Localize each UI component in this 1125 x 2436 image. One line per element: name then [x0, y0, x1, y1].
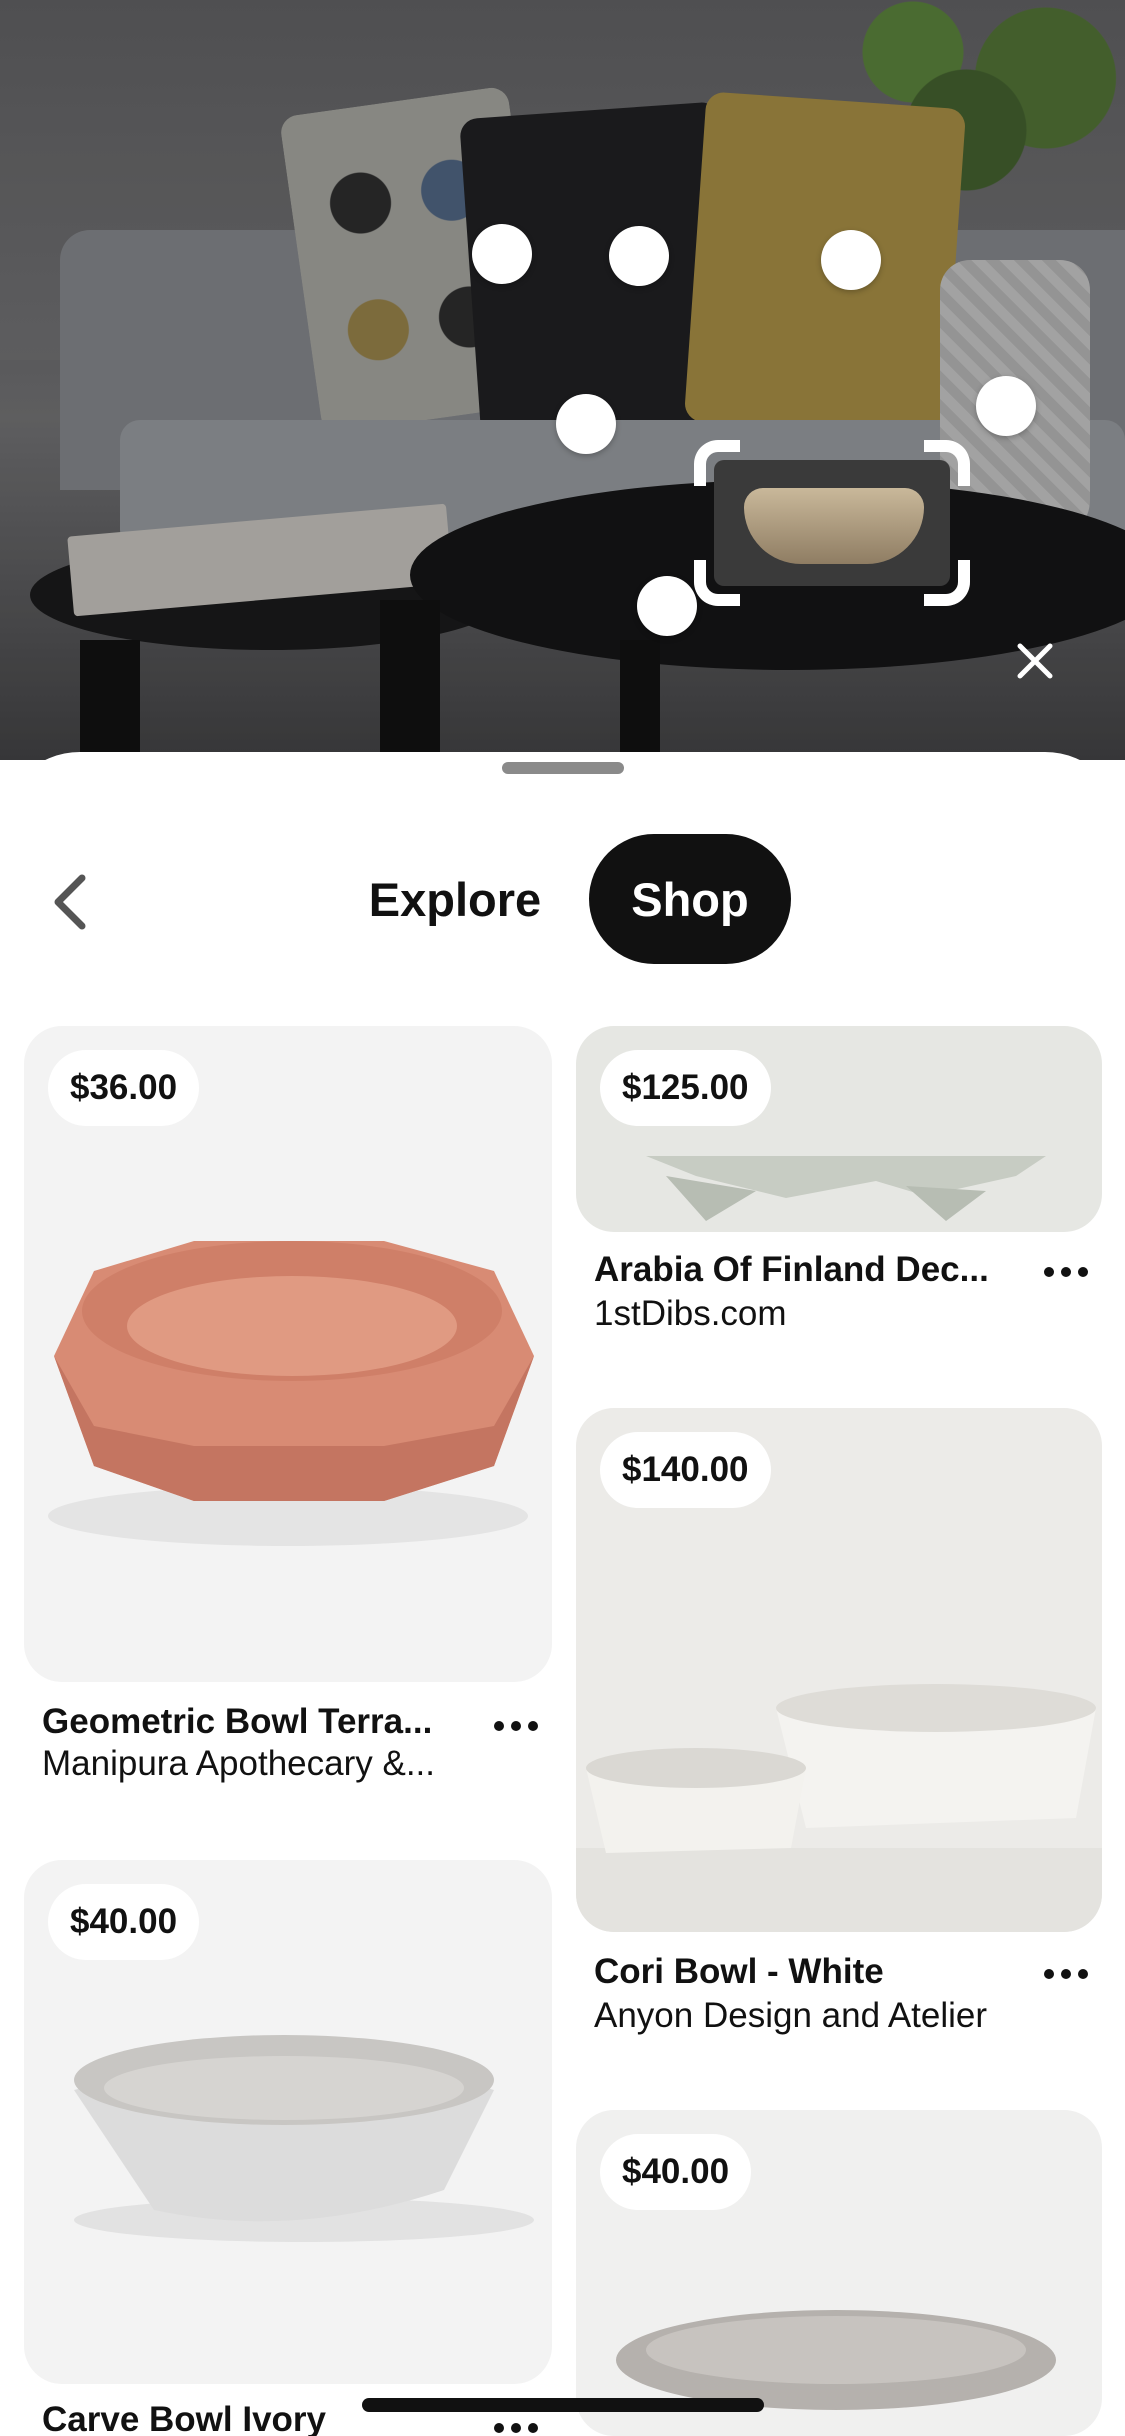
crop-handle[interactable] — [924, 560, 970, 606]
detected-object-dot[interactable] — [976, 376, 1036, 436]
camera-photo[interactable] — [0, 0, 1125, 760]
visual-search-screen: Explore Shop $36.00 Geometric Bowl Terra… — [0, 0, 1125, 2436]
product-source[interactable]: Manipura Apothecary &... — [42, 1744, 492, 1784]
detected-object-dot[interactable] — [637, 576, 697, 636]
more-options-button[interactable] — [486, 1706, 546, 1746]
tab-explore[interactable]: Explore — [340, 834, 570, 964]
product-title[interactable]: Geometric Bowl Terra... — [42, 1702, 472, 1742]
product-card[interactable]: $125.00 Arabia Of Finland Dec... 1stDibs… — [576, 1026, 1102, 1336]
product-source[interactable]: Anyon Design and Atelier — [594, 1996, 1054, 2036]
price-badge: $36.00 — [48, 1050, 200, 1126]
photo-shade — [0, 0, 1125, 760]
chevron-left-icon — [54, 874, 86, 930]
product-title[interactable]: Cori Bowl - White — [594, 1952, 1014, 1992]
price-badge: $125.00 — [600, 1050, 771, 1126]
detected-object-dot[interactable] — [821, 230, 881, 290]
product-source[interactable]: 1stDibs.com — [594, 1294, 1034, 1334]
more-options-button[interactable] — [1036, 1252, 1096, 1292]
selected-object-crop-frame[interactable] — [694, 440, 970, 606]
crop-handle[interactable] — [694, 560, 740, 606]
selected-object-thumbnail — [714, 460, 950, 586]
price-badge: $40.00 — [600, 2134, 752, 2210]
detected-object-dot[interactable] — [556, 394, 616, 454]
sheet-drag-handle[interactable] — [502, 762, 624, 774]
bowl-thumbnail — [744, 488, 924, 564]
back-button[interactable] — [40, 862, 100, 942]
product-title[interactable]: Arabia Of Finland Dec... — [594, 1250, 1014, 1290]
crop-handle[interactable] — [924, 440, 970, 486]
close-icon — [1017, 643, 1053, 679]
more-options-button[interactable] — [1036, 1954, 1096, 1994]
product-card[interactable]: $40.00 Carve Bowl Ivory — [24, 1860, 552, 2436]
detected-object-dot[interactable] — [472, 224, 532, 284]
product-card[interactable]: $40.00 — [576, 2110, 1102, 2436]
home-indicator — [362, 2398, 764, 2412]
more-options-button[interactable] — [486, 2408, 546, 2436]
tab-shop[interactable]: Shop — [589, 834, 791, 964]
product-card[interactable]: $36.00 Geometric Bowl Terra... Manipura … — [24, 1026, 552, 1786]
crop-handle[interactable] — [694, 440, 740, 486]
price-badge: $140.00 — [600, 1432, 771, 1508]
results-sheet: Explore Shop $36.00 Geometric Bowl Terra… — [0, 752, 1125, 2436]
close-button[interactable] — [1010, 636, 1060, 686]
product-card[interactable]: $140.00 Cori Bowl - White Anyon Design a… — [576, 1408, 1102, 2038]
detected-object-dot[interactable] — [609, 226, 669, 286]
price-badge: $40.00 — [48, 1884, 200, 1960]
